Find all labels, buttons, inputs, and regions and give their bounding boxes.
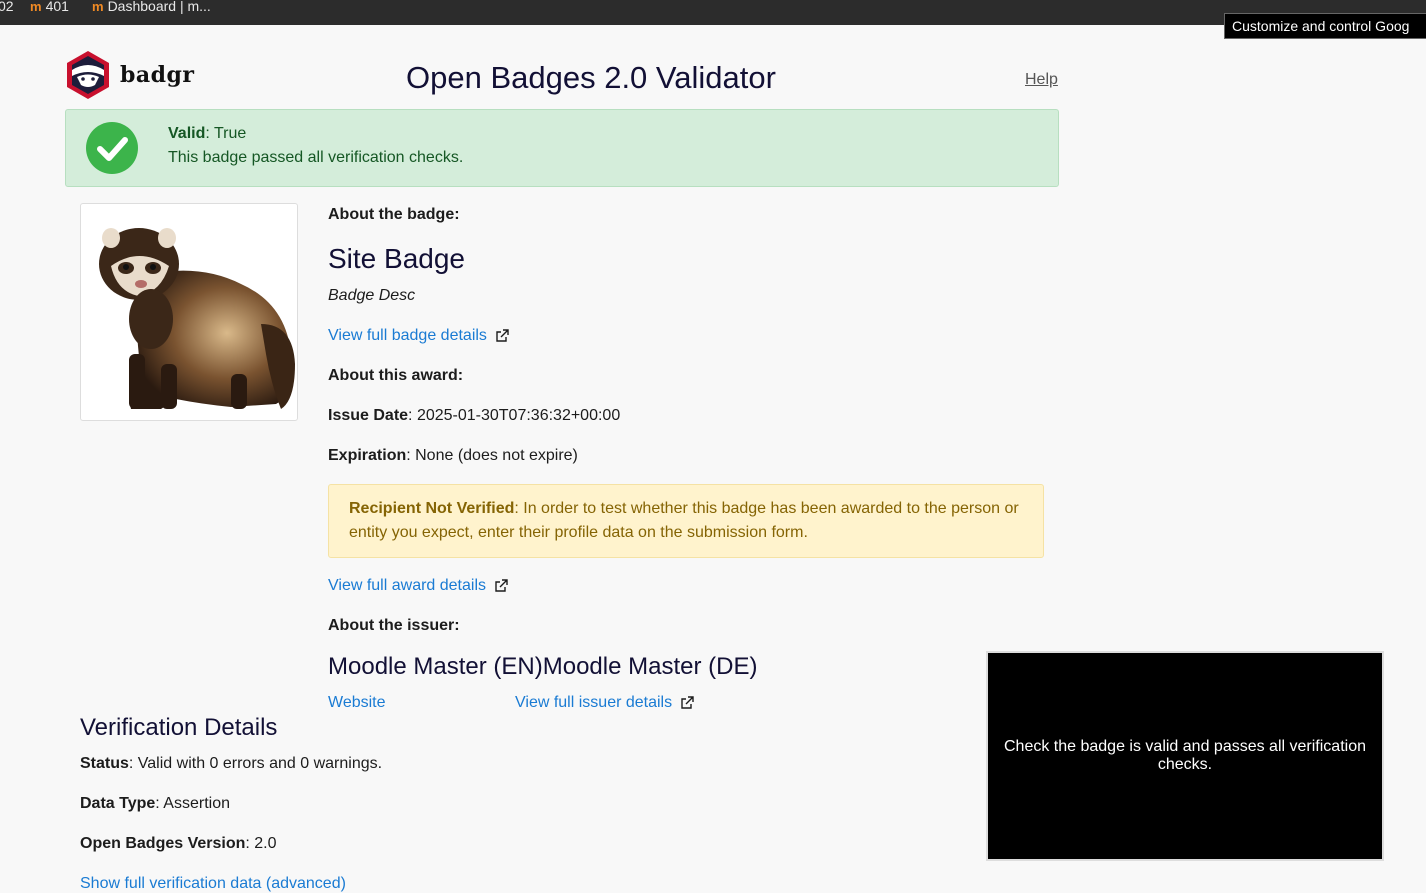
validation-success-alert: Valid: True This badge passed all verifi… [65,109,1059,187]
bookmarks-bar: 02 m 401 m Dashboard | m... [0,0,1426,25]
bookmark-item[interactable]: m Dashboard | m... [92,0,211,14]
external-link-icon [681,696,694,709]
issuer-website-link[interactable]: Website [328,694,386,712]
valid-value: : True [205,125,247,142]
badge-name: Site Badge [328,243,465,274]
logo-text: badgr [120,62,195,88]
external-link-icon [496,329,509,342]
valid-status: Valid: True [168,125,246,143]
view-badge-details-label: View full badge details [328,327,487,344]
issuer-name: Moodle Master (EN)Moodle Master (DE) [328,653,758,680]
show-full-verification-data-link[interactable]: Show full verification data (advanced) [80,875,346,893]
moodle-icon: m [92,0,104,14]
expiration: Expiration: None (does not expire) [328,447,578,464]
bookmark-label: 02 [0,0,14,14]
bookmark-label: 401 [45,0,69,14]
issue-date: Issue Date: 2025-01-30T07:36:32+00:00 [328,407,621,424]
instruction-callout-text: Check the badge is valid and passes all … [1004,738,1366,773]
badge-image [80,203,298,421]
verification-status: Status: Valid with 0 errors and 0 warnin… [80,755,383,772]
bookmark-item[interactable]: m 401 [30,0,69,14]
ferret-image [99,228,295,409]
view-badge-details-link[interactable]: View full badge details [328,327,509,345]
view-issuer-details-label: View full issuer details [515,694,673,711]
about-award-heading: About this award: [328,367,464,384]
bookmark-item[interactable]: 02 [0,0,14,14]
page-title: Open Badges 2.0 Validator [406,60,776,95]
verification-data-type: Data Type: Assertion [80,795,230,812]
instruction-callout: Check the badge is valid and passes all … [986,651,1384,861]
view-issuer-details-link[interactable]: View full issuer details [515,694,694,712]
badge-description: Badge Desc [328,287,416,304]
warning-label: Recipient Not Verified [349,500,515,517]
view-award-details-link[interactable]: View full award details [328,577,508,595]
verification-version: Open Badges Version: 2.0 [80,835,277,852]
issuer-website-label: Website [328,694,386,711]
badgr-logo[interactable]: badgr [65,50,195,100]
bookmark-label: Dashboard | m... [107,0,211,14]
show-full-verification-data-label: Show full verification data (advanced) [80,875,346,892]
valid-label: Valid [168,125,206,142]
valid-message: This badge passed all verification check… [168,149,464,166]
moodle-icon: m [30,0,42,14]
view-award-details-label: View full award details [328,577,487,594]
verification-details-title: Verification Details [80,714,278,741]
recipient-not-verified-alert: Recipient Not Verified: In order to test… [328,484,1044,558]
badger-icon [67,51,109,99]
help-link[interactable]: Help [1025,71,1058,89]
about-badge-heading: About the badge: [328,206,460,223]
external-link-icon [495,579,508,592]
browser-menu-tooltip: Customize and control Goog [1224,13,1426,39]
checkmark-icon [86,122,138,174]
about-issuer-heading: About the issuer: [328,617,460,634]
